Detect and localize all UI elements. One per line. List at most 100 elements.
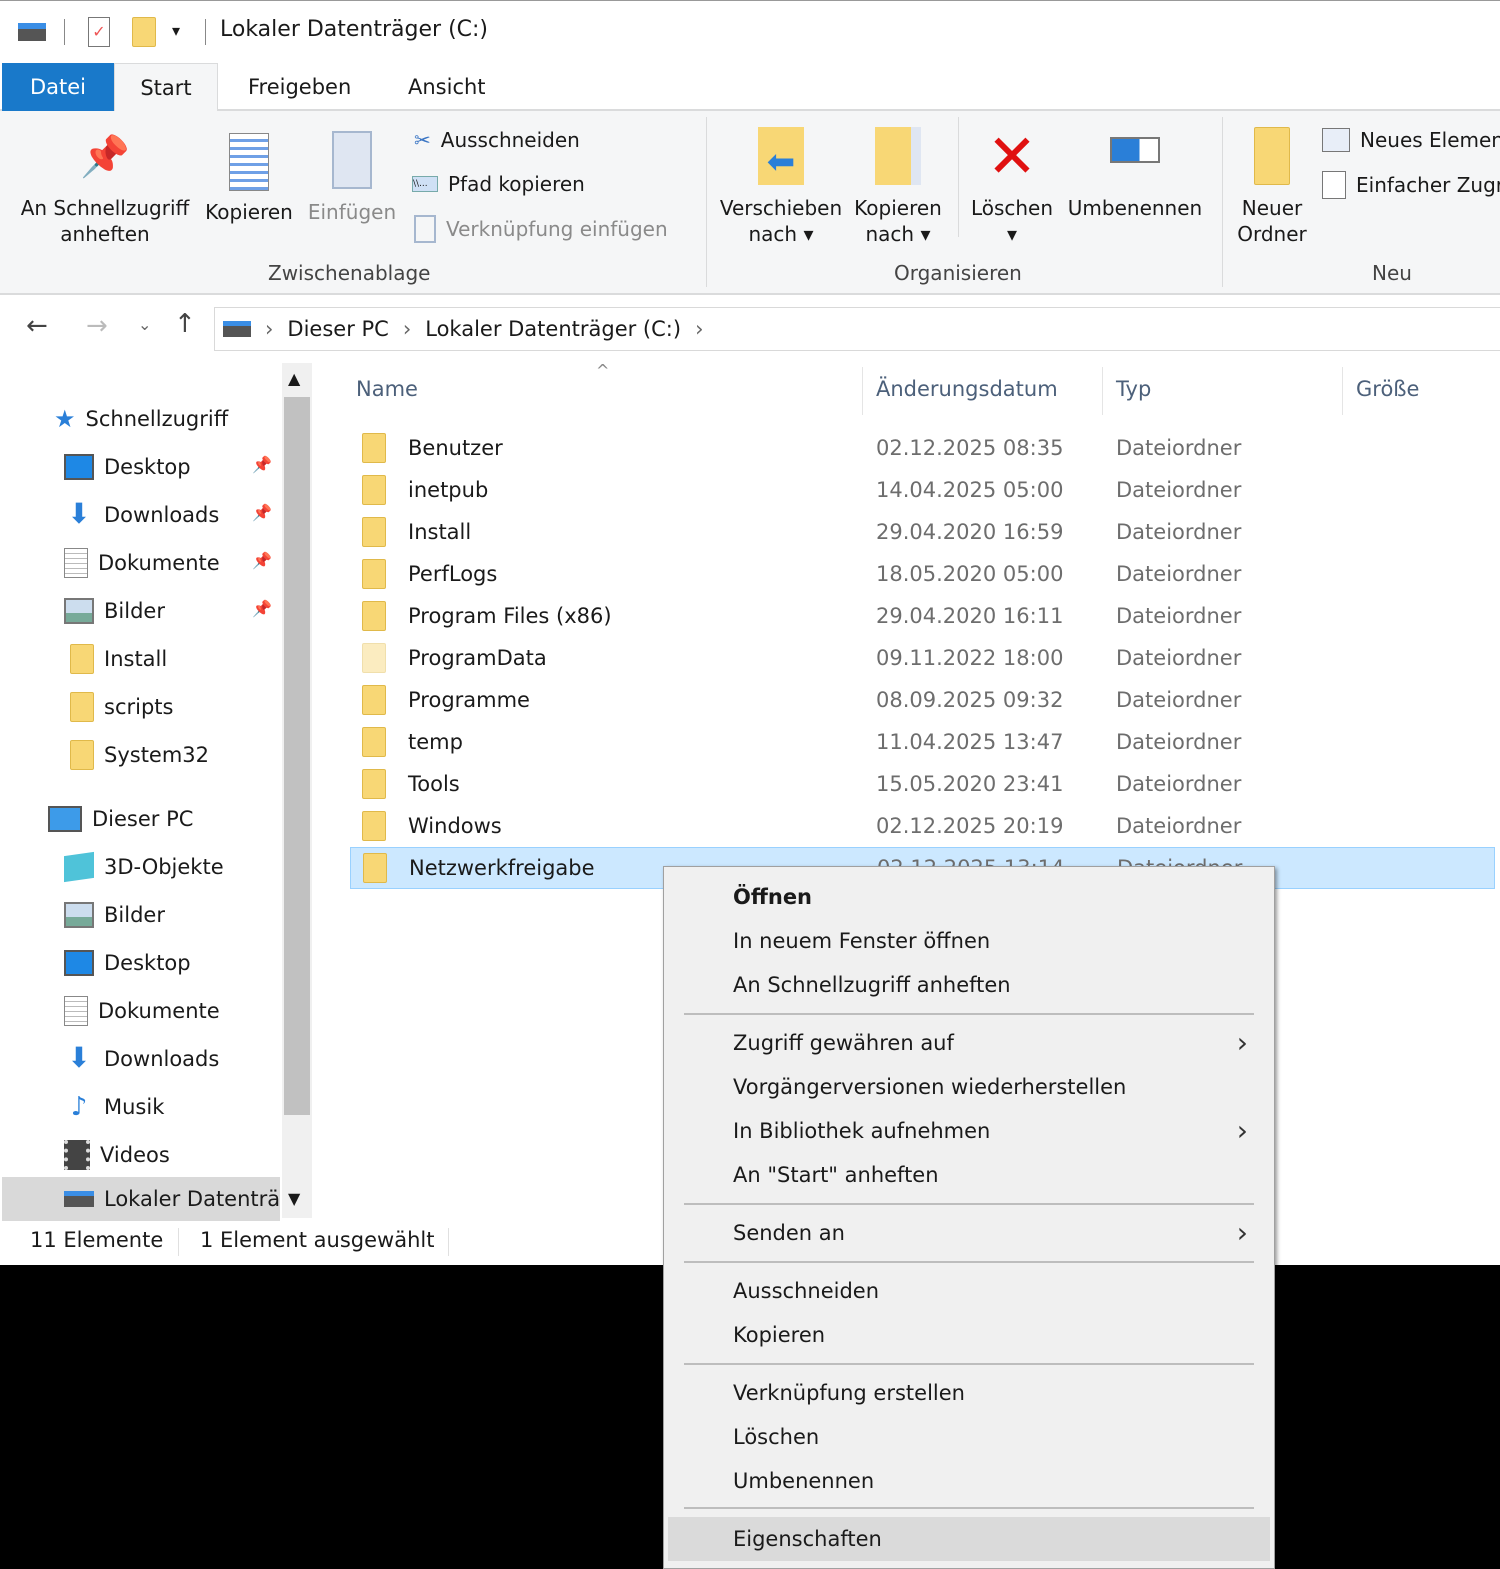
cut-button[interactable]: ✂ Ausschneiden (414, 127, 580, 153)
file-type: Dateiordner (1116, 688, 1242, 712)
file-row[interactable]: inetpub 14.04.2025 05:00 Dateiordner (350, 469, 1495, 511)
nav-quick-system32[interactable]: System32 (70, 733, 209, 777)
menu-item-open-new-window[interactable]: In neuem Fenster öffnen (668, 919, 1270, 963)
nav-quick-downloads[interactable]: ⬇ Downloads (64, 493, 219, 537)
nav-scrollbar-thumb[interactable] (284, 397, 310, 1115)
pin-icon[interactable]: 📌 (252, 599, 272, 618)
file-row[interactable]: Benutzer 02.12.2025 08:35 Dateiordner (350, 427, 1495, 469)
window-title: Lokaler Datenträger (C:) (220, 17, 489, 42)
back-icon[interactable]: ← (26, 311, 48, 341)
breadcrumb-drive[interactable]: Lokaler Datenträger (C:) (425, 317, 681, 341)
delete-button[interactable]: ✕ Löschen ▾ (966, 127, 1058, 247)
file-row[interactable]: Windows 02.12.2025 20:19 Dateiordner (350, 805, 1495, 847)
forward-icon[interactable]: → (86, 311, 108, 341)
menu-item-open[interactable]: Öffnen (668, 875, 1270, 919)
column-header-name[interactable]: Name (356, 377, 418, 401)
menu-item-give-access[interactable]: Zugriff gewähren auf › (668, 1021, 1270, 1065)
tab-freigeben[interactable]: Freigeben (220, 63, 379, 111)
menu-item-restore-previous-versions[interactable]: Vorgängerversionen wiederherstellen (668, 1065, 1270, 1109)
copy-to-button[interactable]: Kopieren nach ▾ (848, 127, 948, 247)
nav-pc-videos[interactable]: Videos (64, 1133, 170, 1177)
scroll-down-icon[interactable]: ▼ (288, 1189, 300, 1208)
nav-pc-local-disk[interactable]: Lokaler Datenträ (2, 1177, 280, 1221)
tab-datei[interactable]: Datei (2, 63, 114, 111)
new-folder-button[interactable]: Neuer Ordner (1230, 127, 1314, 247)
nav-quick-scripts[interactable]: scripts (70, 685, 173, 729)
copy-path-button[interactable]: \\... Pfad kopieren (412, 171, 585, 197)
nav-this-pc[interactable]: Dieser PC (48, 797, 193, 841)
drive-icon (18, 23, 46, 41)
menu-item-properties[interactable]: Eigenschaften (668, 1517, 1270, 1561)
pin-quick-access-button[interactable]: 📌 An Schnellzugriff anheften (14, 131, 196, 247)
paste-shortcut-icon (414, 215, 436, 243)
menu-item-send-to[interactable]: Senden an › (668, 1211, 1270, 1255)
nav-pc-musik[interactable]: ♪ Musik (64, 1085, 165, 1129)
tab-start[interactable]: Start (114, 63, 218, 113)
copy-button[interactable]: Kopieren (200, 131, 298, 225)
new-item-button[interactable]: Neues Element (1322, 127, 1500, 153)
customize-quick-access-icon[interactable]: ▾ (172, 21, 180, 40)
nav-quick-desktop[interactable]: Desktop (64, 445, 191, 489)
menu-item-copy[interactable]: Kopieren (668, 1313, 1270, 1357)
nav-quick-access[interactable]: ★ Schnellzugriff (54, 397, 228, 441)
menu-item-pin-quick-access[interactable]: An Schnellzugriff anheften (668, 963, 1270, 1007)
folder-icon (362, 685, 386, 715)
paste-shortcut-button[interactable]: Verknüpfung einfügen (414, 215, 668, 243)
scissors-icon: ✂ (414, 128, 431, 152)
scroll-up-icon[interactable]: ▲ (288, 369, 300, 388)
file-row[interactable]: temp 11.04.2025 13:47 Dateiordner (350, 721, 1495, 763)
nav-pc-desktop[interactable]: Desktop (64, 941, 191, 985)
file-name: temp (408, 730, 463, 754)
menu-item-create-shortcut[interactable]: Verknüpfung erstellen (668, 1371, 1270, 1415)
column-header-size[interactable]: Größe (1356, 377, 1419, 401)
nav-pc-dokumente[interactable]: Dokumente (64, 989, 220, 1033)
rename-button[interactable]: Umbenennen (1062, 127, 1208, 221)
menu-item-label: Ausschneiden (733, 1279, 880, 1303)
ribbon-tabs: Datei Start Freigeben Ansicht (0, 63, 1500, 113)
file-row[interactable]: Install 29.04.2020 16:59 Dateiordner (350, 511, 1495, 553)
column-header-date[interactable]: Änderungsdatum (876, 377, 1058, 401)
menu-item-label: Vorgängerversionen wiederherstellen (733, 1075, 1127, 1099)
file-row[interactable]: ProgramData 09.11.2022 18:00 Dateiordner (350, 637, 1495, 679)
menu-item-label: Verknüpfung erstellen (733, 1381, 965, 1405)
folder-icon (362, 475, 386, 505)
nav-pc-downloads[interactable]: ⬇ Downloads (64, 1037, 219, 1081)
new-folder-icon[interactable] (132, 17, 156, 47)
properties-icon[interactable]: ✓ (88, 17, 110, 47)
up-icon[interactable]: ↑ (174, 309, 196, 339)
pictures-icon (64, 598, 94, 624)
column-header-type[interactable]: Typ (1116, 377, 1151, 401)
desktop-icon (64, 950, 94, 976)
menu-item-delete[interactable]: Löschen (668, 1415, 1270, 1459)
menu-item-pin-to-start[interactable]: An "Start" anheften (668, 1153, 1270, 1197)
menu-item-rename[interactable]: Umbenennen (668, 1459, 1270, 1503)
nav-quick-bilder[interactable]: Bilder (64, 589, 165, 633)
tab-ansicht[interactable]: Ansicht (380, 63, 514, 111)
file-row[interactable]: Tools 15.05.2020 23:41 Dateiordner (350, 763, 1495, 805)
file-row[interactable]: Program Files (x86) 29.04.2020 16:11 Datei… (350, 595, 1495, 637)
address-bar[interactable]: › Dieser PC › Lokaler Datenträger (C:) › (214, 307, 1500, 351)
menu-item-include-in-library[interactable]: In Bibliothek aufnehmen › (668, 1109, 1270, 1153)
nav-quick-dokumente[interactable]: Dokumente (64, 541, 220, 585)
nav-quick-install[interactable]: Install (70, 637, 167, 681)
file-row[interactable]: PerfLogs 18.05.2020 05:00 Dateiordner (350, 553, 1495, 595)
pin-icon[interactable]: 📌 (252, 551, 272, 570)
breadcrumb-dieser-pc[interactable]: Dieser PC (287, 317, 388, 341)
file-type: Dateiordner (1116, 562, 1242, 586)
new-item-icon (1322, 128, 1350, 152)
menu-item-cut[interactable]: Ausschneiden (668, 1269, 1270, 1313)
pictures-icon (64, 902, 94, 928)
chevron-right-icon: › (1236, 1114, 1248, 1147)
pin-icon[interactable]: 📌 (252, 455, 272, 474)
group-label-new: Neu (1372, 261, 1412, 285)
music-icon: ♪ (70, 1092, 88, 1122)
computer-icon (48, 806, 82, 832)
nav-pc-3d-objects[interactable]: 3D-Objekte (64, 845, 224, 889)
file-row[interactable]: Programme 08.09.2025 09:32 Dateiordner (350, 679, 1495, 721)
easy-access-button[interactable]: Einfacher Zugriff (1322, 171, 1500, 199)
pin-icon[interactable]: 📌 (252, 503, 272, 522)
recent-locations-icon[interactable]: ⌄ (138, 315, 151, 334)
paste-button[interactable]: Einfügen (302, 131, 402, 225)
move-to-button[interactable]: ⬅ Verschieben nach ▾ (714, 127, 848, 247)
nav-pc-bilder[interactable]: Bilder (64, 893, 165, 937)
